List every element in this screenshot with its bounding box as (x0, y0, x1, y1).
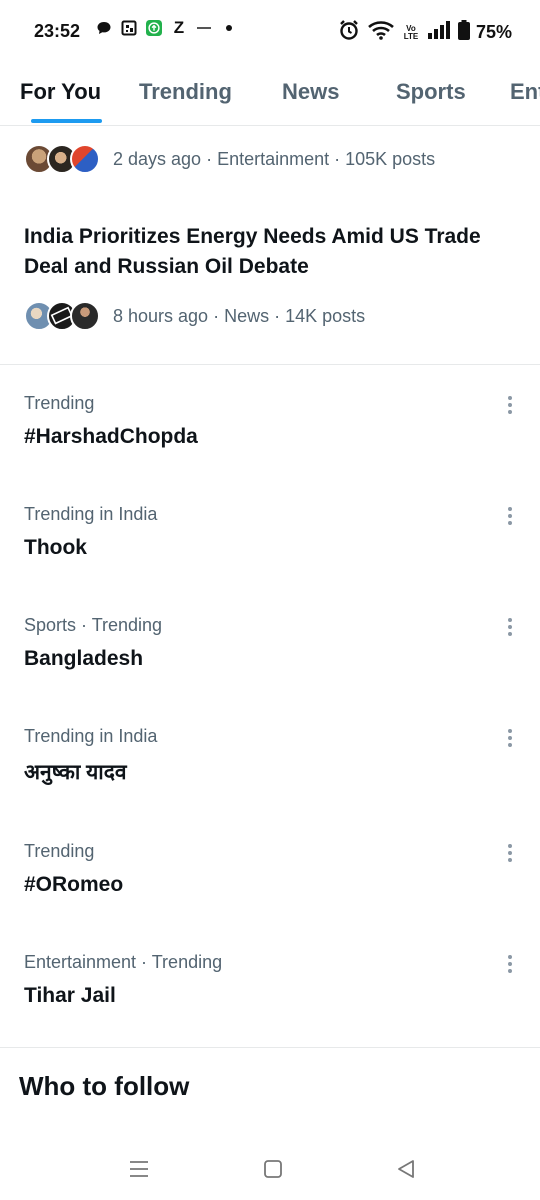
trend-item[interactable]: Trending in India अनुष्का यादव (0, 726, 540, 837)
alarm-icon (338, 19, 360, 46)
trend-name: Tihar Jail (24, 984, 116, 1007)
trend-name: Bangladesh (24, 647, 144, 670)
system-indicators: Vo LTE 75% (338, 19, 512, 46)
home-button[interactable] (258, 1154, 288, 1184)
trend-name: Thook (24, 536, 87, 559)
notification-icons: Z (96, 18, 237, 37)
section-divider (0, 1047, 540, 1048)
grid-app-icon (121, 20, 137, 36)
avatar-stack (24, 144, 100, 174)
recent-apps-button[interactable] (124, 1154, 154, 1184)
system-navigation-bar (0, 1140, 540, 1200)
trend-name: अनुष्का यादव (24, 761, 127, 784)
green-upload-icon (146, 20, 162, 36)
trend-category: Sports · Trending (24, 615, 163, 635)
section-divider (0, 364, 540, 365)
signal-icon (427, 21, 450, 44)
avatar (70, 144, 100, 174)
story-meta-row[interactable]: 2 days ago · Entertainment · 105K posts (24, 144, 435, 174)
dot-icon (221, 20, 237, 36)
status-time: 23:52 (34, 21, 81, 41)
who-to-follow-heading: Who to follow (19, 1071, 190, 1101)
more-options-icon[interactable] (500, 502, 520, 530)
small-app-icon (196, 20, 212, 36)
avatar (70, 301, 100, 331)
tab-trending[interactable]: Trending (139, 79, 232, 105)
story-meta-row[interactable]: 8 hours ago · News · 14K posts (24, 301, 365, 331)
tab-for-you[interactable]: For You (20, 79, 101, 105)
trend-name: #ORomeo (24, 873, 124, 896)
trend-category: Trending in India (24, 504, 158, 524)
trend-category: Trending (24, 841, 95, 861)
more-options-icon[interactable] (500, 724, 520, 752)
trend-item[interactable]: Trending in India Thook (0, 504, 540, 615)
back-button[interactable] (391, 1154, 421, 1184)
tab-news[interactable]: News (282, 79, 339, 105)
battery-icon (457, 20, 470, 45)
explore-tabs: For You Trending News Sports Ent (0, 62, 540, 126)
more-options-icon[interactable] (500, 391, 520, 419)
active-tab-indicator (31, 119, 102, 123)
tab-sports[interactable]: Sports (396, 79, 466, 105)
trend-item[interactable]: Trending #ORomeo (0, 841, 540, 952)
battery-percent: 75% (475, 22, 512, 42)
trend-category: Trending (24, 393, 95, 413)
story-meta: 2 days ago · Entertainment · 105K posts (113, 148, 436, 169)
more-options-icon[interactable] (500, 613, 520, 641)
story-headline[interactable]: India Prioritizes Energy Needs Amid US T… (24, 222, 524, 282)
trend-category: Entertainment · Trending (24, 952, 223, 972)
z-app-icon: Z (173, 18, 185, 37)
story-meta: 8 hours ago · News · 14K posts (113, 305, 366, 326)
status-bar: 23:52 Z Vo LTE 75% (0, 0, 540, 62)
avatar-stack (24, 301, 100, 331)
chat-bubble-icon (96, 20, 112, 36)
trend-category: Trending in India (24, 726, 158, 746)
trend-item[interactable]: Sports · Trending Bangladesh (0, 615, 540, 726)
wifi-icon (368, 20, 394, 45)
more-options-icon[interactable] (500, 950, 520, 978)
trend-item[interactable]: Trending #HarshadChopda (0, 393, 540, 504)
more-options-icon[interactable] (500, 839, 520, 867)
tab-entertainment[interactable]: Ent (510, 79, 540, 105)
trend-name: #HarshadChopda (24, 425, 198, 448)
volte-icon: Vo LTE (403, 23, 419, 41)
